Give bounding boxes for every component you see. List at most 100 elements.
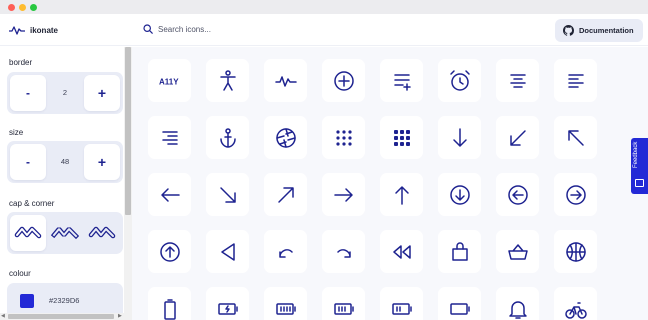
- icon-tile[interactable]: [380, 230, 423, 273]
- icon-tile[interactable]: [438, 230, 481, 273]
- settings-sidebar: border - 2 + size - 48 + cap & corner co…: [0, 47, 124, 319]
- icon-tile[interactable]: [438, 116, 481, 159]
- window-titlebar: [0, 0, 648, 14]
- colour-swatch[interactable]: [20, 294, 34, 308]
- horizontal-scrollbar-thumb[interactable]: [8, 314, 114, 319]
- icon-tile[interactable]: [496, 116, 539, 159]
- add-icon: [333, 70, 354, 91]
- icon-tile[interactable]: [264, 116, 307, 159]
- bike-icon: [564, 301, 587, 319]
- icon-tile[interactable]: [554, 173, 597, 216]
- apps-icon: [335, 129, 352, 146]
- size-stepper: - 48 +: [7, 141, 123, 183]
- arrow-down-left-icon: [509, 129, 526, 146]
- app-header: ikonate Documentation: [0, 14, 648, 46]
- cap-round-option[interactable]: [10, 215, 46, 251]
- scroll-right-arrow-icon[interactable]: ▶: [118, 313, 122, 320]
- arrow-down-right-icon: [219, 186, 236, 203]
- feedback-label: Feedback: [633, 141, 639, 168]
- icon-tile[interactable]: [206, 287, 249, 320]
- square-cap-icon: [51, 227, 79, 240]
- icon-tile[interactable]: [438, 287, 481, 320]
- icon-tile[interactable]: [206, 173, 249, 216]
- anchor-icon: [219, 127, 236, 148]
- border-decrease-button[interactable]: -: [10, 75, 46, 111]
- icon-tile[interactable]: [380, 173, 423, 216]
- icon-tile[interactable]: [322, 59, 365, 102]
- icon-tile[interactable]: [380, 59, 423, 102]
- colour-label: colour: [9, 269, 31, 278]
- border-increase-button[interactable]: +: [84, 75, 120, 111]
- icon-tile[interactable]: [438, 59, 481, 102]
- icon-tile[interactable]: [322, 116, 365, 159]
- maximize-window-button[interactable]: [30, 4, 37, 11]
- icon-tile[interactable]: [380, 116, 423, 159]
- documentation-label: Documentation: [579, 26, 634, 35]
- icon-tile[interactable]: [264, 287, 307, 320]
- cap-miter-option[interactable]: [84, 215, 120, 251]
- border-value: 2: [62, 88, 68, 97]
- icon-tile[interactable]: [554, 59, 597, 102]
- battery-empty-icon: [449, 302, 470, 315]
- scroll-left-arrow-icon[interactable]: ◀: [1, 313, 5, 320]
- icon-tile[interactable]: [322, 173, 365, 216]
- arrow-up-right-icon: [277, 186, 294, 203]
- icon-tile[interactable]: [148, 116, 191, 159]
- icon-tile[interactable]: [554, 116, 597, 159]
- size-decrease-button[interactable]: -: [10, 144, 46, 180]
- add-to-list-icon: [393, 73, 411, 91]
- icon-tile[interactable]: [148, 287, 191, 320]
- icon-tile[interactable]: [206, 116, 249, 159]
- icon-tile[interactable]: [438, 173, 481, 216]
- feedback-tab[interactable]: Feedback: [631, 138, 648, 194]
- github-icon: [563, 25, 574, 36]
- basket-icon: [507, 243, 528, 260]
- icon-tile[interactable]: [206, 230, 249, 273]
- icon-tile[interactable]: [554, 287, 597, 320]
- icon-tile[interactable]: [148, 230, 191, 273]
- icon-tile[interactable]: [206, 59, 249, 102]
- align-left-icon: [567, 73, 584, 88]
- search-input[interactable]: [158, 24, 358, 34]
- search-bar[interactable]: [143, 24, 358, 34]
- arrow-left-icon: [160, 187, 180, 202]
- sidebar-scrollbar-thumb[interactable]: [125, 47, 131, 215]
- icon-grid: A11Y: [132, 47, 648, 320]
- logo[interactable]: ikonate: [9, 24, 58, 36]
- icon-tile[interactable]: [496, 230, 539, 273]
- activity-icon: [274, 75, 297, 87]
- arrow-up-circle-icon: [159, 241, 180, 262]
- cap-corner-selector: [7, 212, 123, 254]
- rewind-icon: [392, 244, 411, 259]
- round-cap-icon: [14, 226, 42, 239]
- arrow-up-icon: [394, 185, 409, 205]
- documentation-button[interactable]: Documentation: [555, 19, 643, 42]
- bag-icon: [451, 241, 468, 261]
- battery-medium-icon: [333, 302, 354, 315]
- minimize-window-button[interactable]: [19, 4, 26, 11]
- search-icon: [143, 24, 153, 34]
- battery-charging-icon: [217, 302, 238, 315]
- arrow-up-left-icon: [567, 129, 584, 146]
- close-window-button[interactable]: [8, 4, 15, 11]
- icon-tile[interactable]: [380, 287, 423, 320]
- icon-tile[interactable]: A11Y: [148, 59, 191, 102]
- icon-tile[interactable]: [496, 173, 539, 216]
- miter-cap-icon: [88, 226, 116, 239]
- icon-tile[interactable]: [322, 287, 365, 320]
- icon-tile[interactable]: [148, 173, 191, 216]
- cap-square-option[interactable]: [47, 215, 83, 251]
- size-increase-button[interactable]: +: [84, 144, 120, 180]
- icon-tile[interactable]: [496, 59, 539, 102]
- icon-tile[interactable]: [496, 287, 539, 320]
- battery-full-icon: [275, 302, 296, 315]
- size-value: 48: [60, 157, 70, 166]
- icon-tile[interactable]: [264, 230, 307, 273]
- icon-tile[interactable]: [554, 230, 597, 273]
- icon-tile[interactable]: [322, 230, 365, 273]
- icon-tile[interactable]: [264, 173, 307, 216]
- alarm-icon: [449, 69, 470, 91]
- icon-tile[interactable]: [264, 59, 307, 102]
- back-icon: [220, 242, 235, 261]
- undo-icon: [278, 248, 293, 258]
